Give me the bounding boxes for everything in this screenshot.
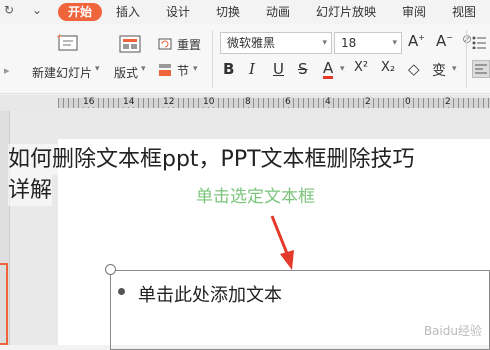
placeholder-text[interactable]: 单击此处添加文本 [138, 281, 282, 307]
ruler-mark: 2 [444, 97, 452, 107]
red-arrow-icon [268, 214, 298, 272]
watermark: Baidu经验 [423, 324, 482, 338]
font-size-value: 18 [341, 36, 357, 50]
layout-dropdown-icon[interactable]: ▾ [141, 64, 146, 74]
ribbon-divider [212, 30, 213, 88]
bold-button[interactable]: B [223, 60, 234, 78]
ruler-mark: 6 [284, 97, 292, 107]
font-name-value: 微软雅黑 [227, 36, 276, 50]
italic-button[interactable]: I [249, 60, 255, 78]
chevron-down-icon: ▾ [322, 38, 327, 48]
ribbon-divider [466, 30, 467, 88]
phonetic-dropdown-icon[interactable]: ▾ [452, 64, 457, 74]
increase-font-icon[interactable]: A+ [408, 32, 425, 50]
reset-button[interactable]: 重置 [177, 36, 201, 53]
layout-button[interactable]: 版式 [114, 64, 138, 81]
new-slide-icon[interactable]: + [56, 32, 80, 52]
new-slide-button[interactable]: 新建幻灯片 [32, 64, 92, 81]
layout-icon[interactable] [118, 34, 142, 54]
tab-transition[interactable]: 切换 [216, 3, 240, 21]
ruler-mark: 8 [244, 97, 252, 107]
ribbon-scroll-left-icon[interactable]: ▸ [4, 64, 10, 77]
underline-button[interactable]: U [273, 60, 284, 78]
chevron-down-icon: ▾ [392, 38, 397, 48]
ruler-mark: 2 [364, 97, 372, 107]
section-button[interactable]: 节 [177, 62, 189, 79]
font-size-select[interactable]: 18 ▾ [334, 32, 402, 54]
superscript-button[interactable]: X² [354, 60, 368, 75]
tab-design[interactable]: 设计 [166, 3, 190, 21]
eraser-icon[interactable]: ◇ [408, 60, 420, 78]
section-icon[interactable] [158, 62, 172, 76]
tab-slideshow[interactable]: 幻灯片放映 [316, 3, 376, 21]
resize-handle[interactable] [105, 264, 116, 275]
article-title: 如何删除文本框ppt，PPT文本框删除技巧 详解 [0, 142, 490, 210]
horizontal-ruler[interactable]: 16 14 12 10 8 6 4 2 0 2 [58, 97, 490, 108]
section-dropdown-icon[interactable]: ▾ [193, 64, 198, 74]
chevron-down-icon[interactable]: ⌄ [32, 3, 42, 17]
ruler-mark: 14 [122, 97, 136, 107]
strikethrough-button[interactable]: S [298, 60, 308, 78]
decrease-font-icon[interactable]: A− [436, 32, 453, 50]
clear-format-icon[interactable]: ⊘ [462, 32, 472, 46]
tab-home[interactable]: 开始 [58, 3, 103, 21]
ruler-mark: 12 [162, 97, 176, 107]
undo-icon[interactable]: ↻ [4, 3, 14, 17]
phonetic-button[interactable]: 变 [432, 60, 446, 80]
tab-animation[interactable]: 动画 [266, 3, 290, 21]
article-title-line2: 详解 [8, 175, 53, 206]
tab-review[interactable]: 审阅 [402, 3, 426, 21]
font-color-button[interactable]: A [323, 60, 334, 79]
bullet-list-icon[interactable] [472, 34, 486, 50]
menu-bar: ↻ ⌄ 开始 插入 设计 切换 动画 幻灯片放映 审阅 视图 [0, 0, 490, 24]
ruler-mark: 10 [202, 97, 216, 107]
ribbon: + 新建幻灯片 ▾ 版式 ▾ 重置 节 ▾ 微软雅黑 ▾ 18 ▾ A+ A− … [0, 24, 490, 94]
ruler-mark: 4 [324, 97, 332, 107]
ruler-area: 16 14 12 10 8 6 4 2 0 2 [0, 95, 490, 111]
font-color-dropdown-icon[interactable]: ▾ [340, 64, 345, 74]
ruler-mark: 0 [404, 97, 412, 107]
font-name-select[interactable]: 微软雅黑 ▾ [220, 32, 332, 54]
article-title-line1: 如何删除文本框ppt，PPT文本框删除技巧 [8, 144, 415, 175]
new-slide-dropdown-icon[interactable]: ▾ [95, 64, 100, 74]
svg-text:+: + [56, 32, 63, 41]
tab-insert[interactable]: 插入 [116, 3, 140, 21]
selected-slide-thumbnail[interactable] [0, 263, 8, 345]
reset-icon[interactable] [158, 36, 172, 50]
bullet-icon [118, 288, 125, 295]
subscript-button[interactable]: X₂ [381, 60, 395, 75]
align-left-icon[interactable] [472, 60, 490, 78]
ruler-mark: 16 [82, 97, 96, 107]
tab-view[interactable]: 视图 [452, 3, 476, 21]
